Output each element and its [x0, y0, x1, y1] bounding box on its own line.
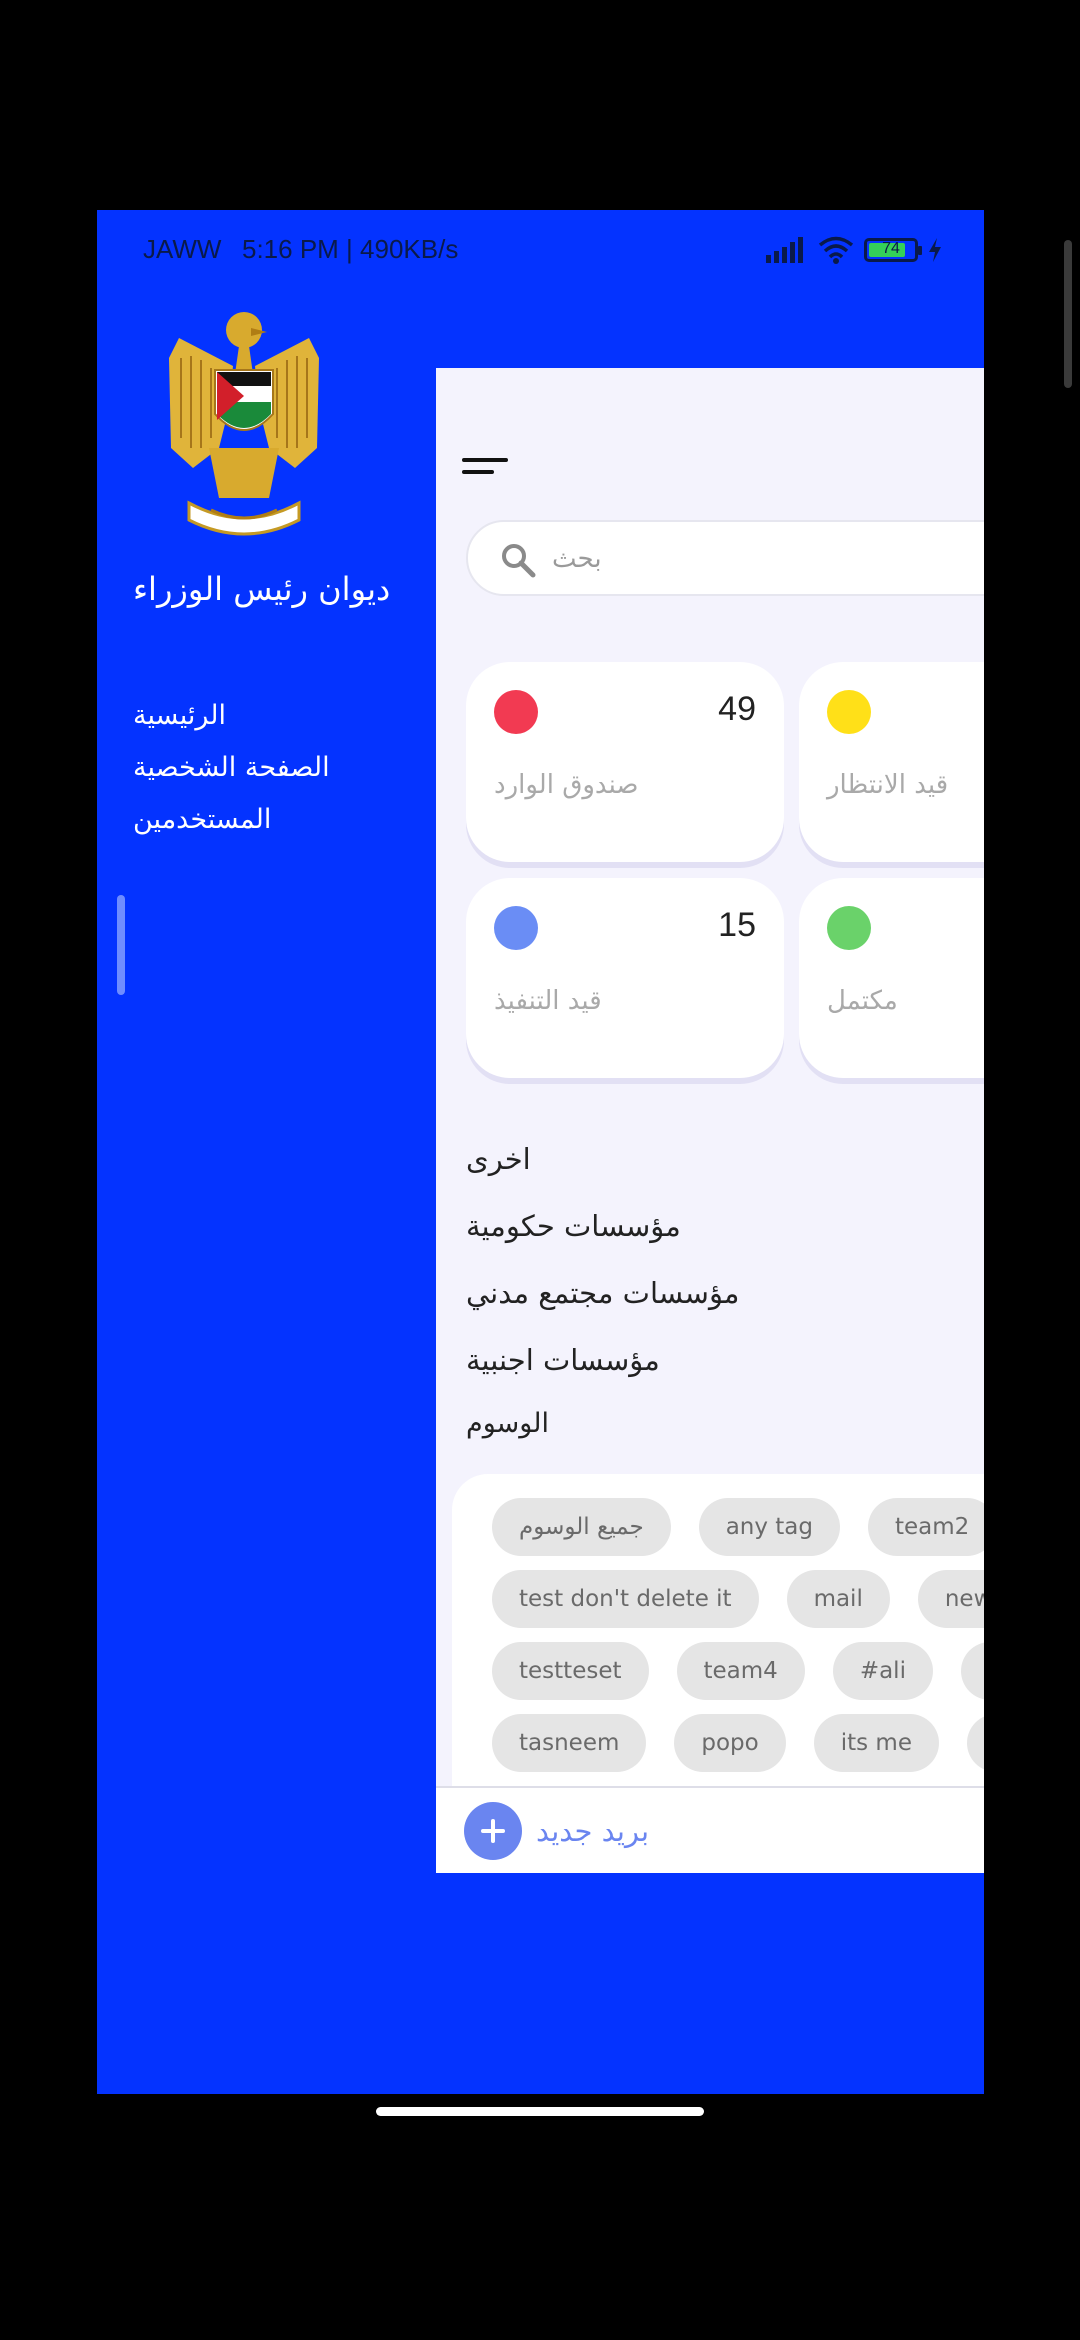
- tag-chip[interactable]: tasneem: [492, 1714, 647, 1772]
- stat-card-pending[interactable]: قيد الانتظار: [799, 662, 984, 862]
- main-panel: 49 صندوق الوارد قيد الانتظار 15 قيد التن…: [436, 368, 984, 1873]
- drawer-item-home[interactable]: الرئيسية: [133, 690, 330, 742]
- tag-chip[interactable]: team4: [676, 1642, 805, 1700]
- drawer-item-profile[interactable]: الصفحة الشخصية: [133, 742, 330, 794]
- drawer-menu: الرئيسية الصفحة الشخصية المستخدمين: [133, 690, 330, 846]
- tag-chip[interactable]: #ali: [832, 1642, 933, 1700]
- search-bar[interactable]: [466, 520, 984, 596]
- battery-level: 74: [882, 240, 900, 257]
- search-icon: [502, 544, 536, 578]
- tag-chip[interactable]: test don't delete it: [492, 1570, 759, 1628]
- status-dot: [827, 690, 871, 734]
- status-bar: JAWW 5:16 PM | 490KB/s 74: [97, 210, 984, 290]
- tag-chip[interactable]: جميع الوسوم: [492, 1498, 671, 1556]
- tag-chip[interactable]: t: [967, 1714, 984, 1772]
- tags-heading: الوسوم: [466, 1408, 549, 1439]
- status-icons: 74: [766, 234, 942, 266]
- tag-row: testteset team4 #ali s: [492, 1642, 984, 1700]
- stat-card-inbox[interactable]: 49 صندوق الوارد: [466, 662, 784, 862]
- new-mail-button[interactable]: بريد جديد: [464, 1802, 649, 1860]
- stat-count: 15: [718, 906, 756, 944]
- bottom-bar: بريد جديد: [436, 1786, 984, 1873]
- tags-container: جميع الوسوم any tag team2 t test don't d…: [452, 1474, 984, 1804]
- stat-card-in-progress[interactable]: 15 قيد التنفيذ: [466, 878, 784, 1078]
- home-indicator[interactable]: [376, 2107, 704, 2116]
- menu-toggle-icon[interactable]: [462, 456, 512, 480]
- category-other[interactable]: اخرى: [466, 1126, 739, 1193]
- status-dot: [494, 906, 538, 950]
- tag-row: test don't delete it mail new t: [492, 1570, 984, 1628]
- tag-chip[interactable]: any tag: [698, 1498, 840, 1556]
- tag-chip[interactable]: mail: [786, 1570, 890, 1628]
- category-civil-society[interactable]: مؤسسات مجتمع مدني: [466, 1260, 739, 1327]
- category-government[interactable]: مؤسسات حكومية: [466, 1193, 739, 1260]
- signal-icon: [766, 237, 803, 263]
- stat-label: صندوق الوارد: [494, 770, 639, 800]
- drawer-scroll-handle[interactable]: [117, 895, 125, 995]
- tag-chip[interactable]: its me: [813, 1714, 939, 1772]
- stat-label: مكتمل: [827, 986, 898, 1016]
- tag-chip[interactable]: testteset: [492, 1642, 649, 1700]
- stat-label: قيد الانتظار: [827, 770, 949, 800]
- palestine-emblem-logo: [169, 312, 319, 536]
- wifi-icon: [818, 236, 854, 264]
- page-scrollbar[interactable]: [1064, 240, 1072, 388]
- battery-icon: 74: [864, 238, 922, 262]
- drawer-item-users[interactable]: المستخدمين: [133, 794, 330, 846]
- tag-chip[interactable]: popo: [674, 1714, 786, 1772]
- stat-count: 49: [718, 690, 756, 728]
- status-dot: [494, 690, 538, 734]
- category-list: اخرى مؤسسات حكومية مؤسسات مجتمع مدني مؤس…: [466, 1126, 739, 1394]
- charging-icon: [929, 238, 941, 262]
- stat-card-completed[interactable]: مكتمل: [799, 878, 984, 1078]
- tag-chip[interactable]: s: [960, 1642, 984, 1700]
- tag-row: جميع الوسوم any tag team2 t: [492, 1498, 984, 1556]
- app-screen: JAWW 5:16 PM | 490KB/s 74 ديوان رئيس الو…: [97, 210, 984, 2094]
- new-mail-label: بريد جديد: [536, 1814, 650, 1848]
- search-input[interactable]: [552, 536, 952, 582]
- plus-icon: [464, 1802, 522, 1860]
- tag-chip[interactable]: new t: [917, 1570, 984, 1628]
- status-time: 5:16 PM | 490KB/s: [242, 234, 459, 264]
- status-dot: [827, 906, 871, 950]
- carrier-name: JAWW: [143, 234, 222, 264]
- stat-label: قيد التنفيذ: [494, 986, 602, 1016]
- category-foreign[interactable]: مؤسسات اجنبية: [466, 1327, 739, 1394]
- drawer-title: ديوان رئيس الوزراء: [133, 570, 391, 608]
- tag-row: tasneem popo its me t: [492, 1714, 984, 1772]
- tag-chip[interactable]: team2: [868, 1498, 984, 1556]
